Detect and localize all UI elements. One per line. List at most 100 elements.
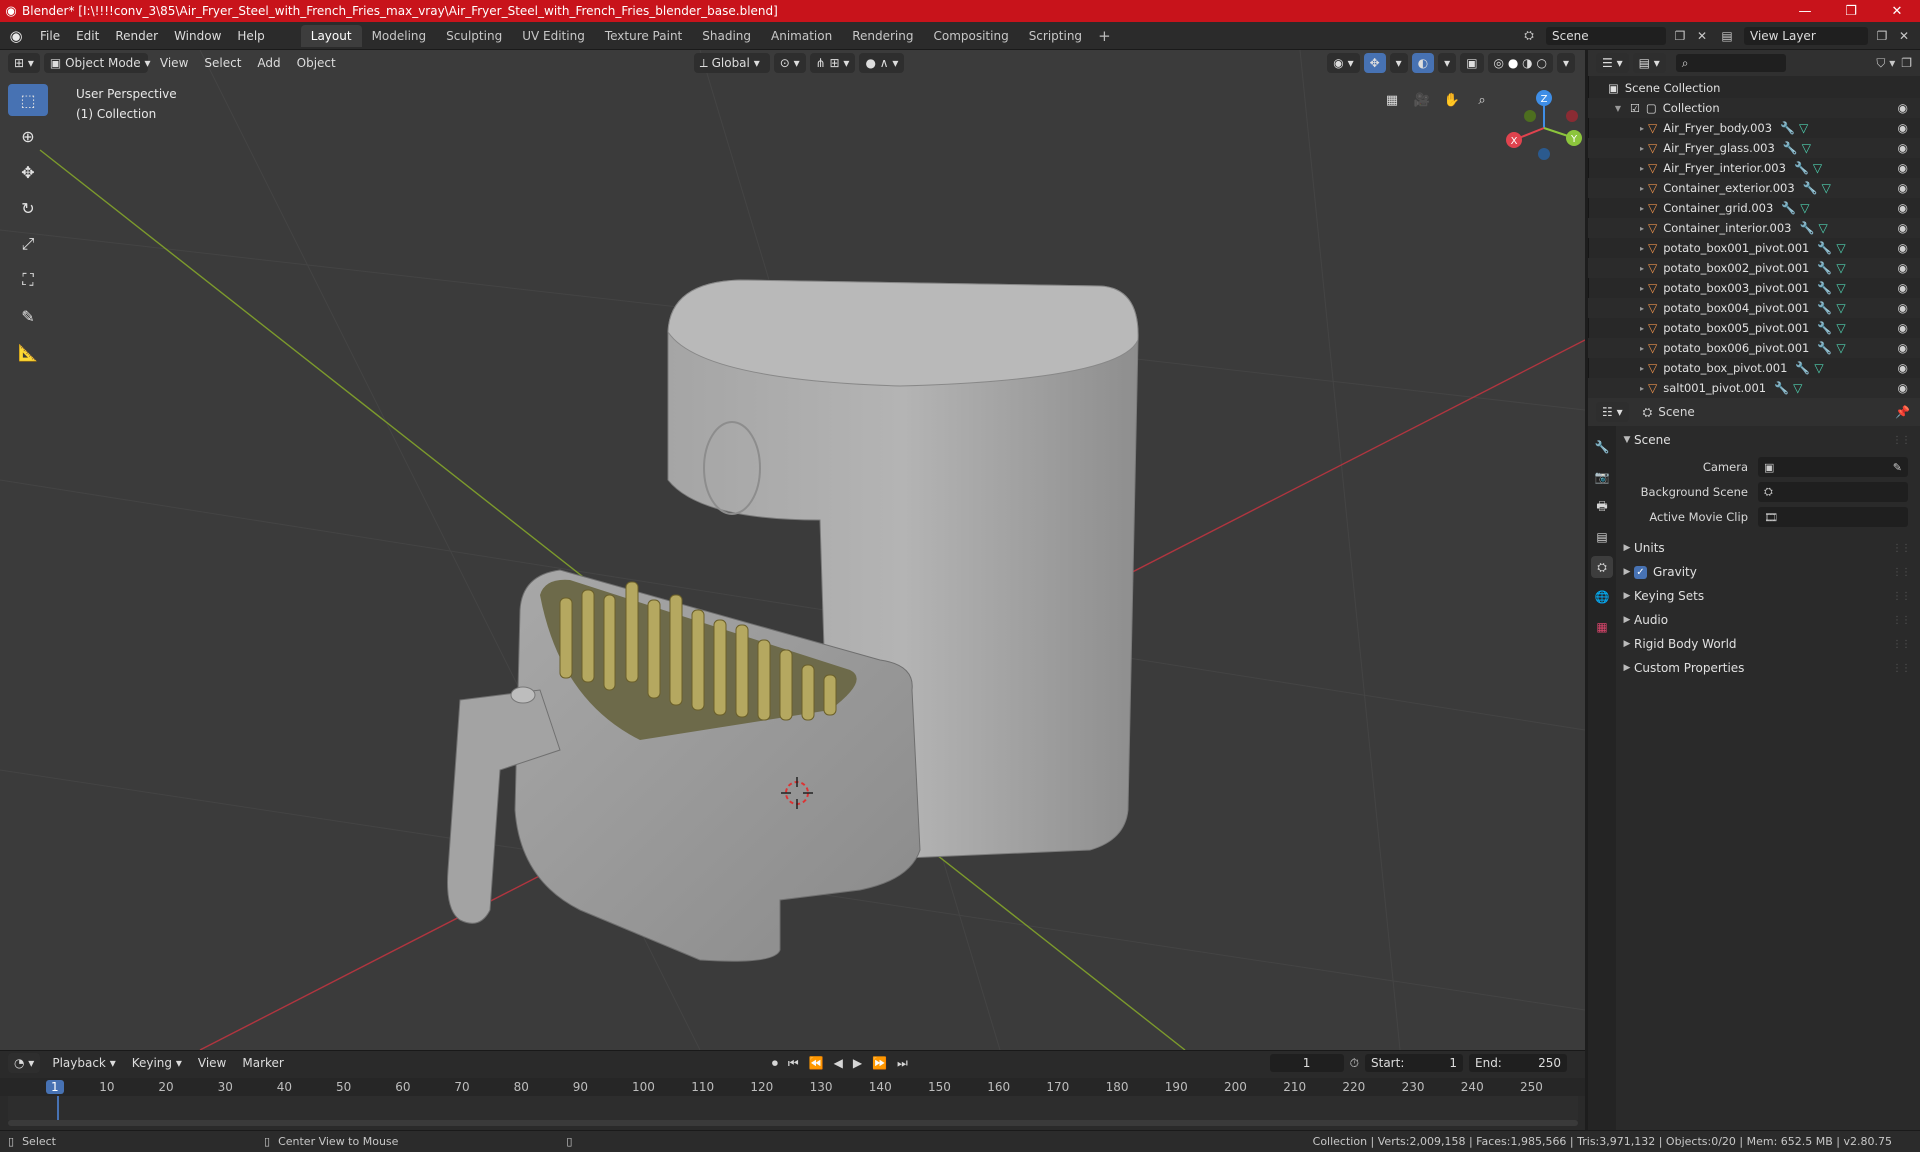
start-frame-field[interactable]: Start: 1 xyxy=(1365,1054,1463,1072)
modifier-wrench-icon[interactable]: 🔧 xyxy=(1817,281,1832,295)
subsection-custom-properties[interactable]: ▶ Custom Properties ⋮⋮ xyxy=(1620,656,1916,680)
modifier-wrench-icon[interactable]: 🔧 xyxy=(1794,161,1809,175)
menu-edit[interactable]: Edit xyxy=(68,29,107,43)
move-tool[interactable]: ✥ xyxy=(8,156,48,188)
pivot-point-button[interactable]: ⊙ ▾ xyxy=(773,53,806,73)
prev-keyframe-icon[interactable]: ⏪ xyxy=(809,1056,824,1070)
viewport-menu-select[interactable]: Select xyxy=(196,56,249,70)
annotate-tool[interactable]: ✎ xyxy=(8,300,48,332)
property-field[interactable]: ▣ ✎ xyxy=(1758,457,1908,477)
timeline-menu-playback[interactable]: Playback ▾ xyxy=(44,1056,123,1070)
modifier-wrench-icon[interactable]: 🔧 xyxy=(1781,201,1796,215)
play-reverse-icon[interactable]: ◀ xyxy=(834,1056,843,1070)
eye-icon[interactable]: ◉ xyxy=(1898,381,1908,395)
timeline-menu-marker[interactable]: Marker xyxy=(234,1056,291,1070)
world-tab-icon[interactable]: 🌐 xyxy=(1591,586,1613,608)
measure-tool[interactable]: 📐 xyxy=(8,336,48,368)
add-workspace-icon[interactable]: + xyxy=(1092,27,1117,45)
editor-type-button[interactable]: ⊞ ▾ xyxy=(8,53,40,73)
maximize-icon[interactable]: ❐ xyxy=(1828,0,1874,22)
camera-view-icon[interactable]: 🎥 xyxy=(1410,88,1434,112)
mesh-data-icon[interactable]: ▽ xyxy=(1836,241,1845,255)
modifier-wrench-icon[interactable]: 🔧 xyxy=(1817,241,1832,255)
play-icon[interactable]: ▶ xyxy=(853,1056,862,1070)
scene-tab-icon[interactable]: ⛭ xyxy=(1591,556,1613,578)
shading-dropdown[interactable]: ▾ xyxy=(1556,53,1575,73)
rotate-tool[interactable]: ↻ xyxy=(8,192,48,224)
snap-button[interactable]: ⋔ ⊞ ▾ xyxy=(809,53,856,73)
jump-start-icon[interactable]: ⏮ xyxy=(788,1056,799,1071)
expand-object-icon[interactable]: ▸ xyxy=(1636,204,1648,213)
mode-dropdown[interactable]: ▣ Object Mode ▾ xyxy=(43,53,151,73)
frame-ruler[interactable]: 1 10 20 30 40 50 60 70 80 90 100 110 120 130 140 150 160… xyxy=(0,1078,1585,1096)
gravity-checkbox[interactable]: ✓ xyxy=(1634,565,1647,579)
outliner-object-row[interactable]: ▸ ▽ Container_exterior.003 🔧 ▽ ◉ xyxy=(1588,178,1920,198)
tab-texture-paint[interactable]: Texture Paint xyxy=(595,25,692,47)
timeline-scrollbar[interactable] xyxy=(8,1120,1578,1126)
modifier-wrench-icon[interactable]: 🔧 xyxy=(1803,181,1818,195)
view-layer-tab-icon[interactable]: ▤ xyxy=(1591,526,1613,548)
render-tab-icon[interactable]: 📷 xyxy=(1591,466,1613,488)
cursor-tool[interactable]: ⊕ xyxy=(8,120,48,152)
outliner-object-row[interactable]: ▸ ▽ Container_interior.003 🔧 ▽ ◉ xyxy=(1588,218,1920,238)
property-field[interactable]: ⛭ xyxy=(1758,482,1908,502)
filter-icon[interactable]: ⛉ ▾ xyxy=(1876,56,1895,71)
tab-uv-editing[interactable]: UV Editing xyxy=(512,25,595,47)
mesh-data-icon[interactable]: ▽ xyxy=(1836,281,1845,295)
tab-layout[interactable]: Layout xyxy=(300,24,362,47)
modifier-wrench-icon[interactable]: 🔧 xyxy=(1783,141,1798,155)
drag-grip-icon[interactable]: ⋮⋮ xyxy=(1892,663,1911,674)
outliner-object-row[interactable]: ▸ ▽ Air_Fryer_interior.003 🔧 ▽ ◉ xyxy=(1588,158,1920,178)
tab-animation[interactable]: Animation xyxy=(761,25,842,47)
menu-render[interactable]: Render xyxy=(107,29,166,43)
record-icon[interactable]: ⏺ xyxy=(772,1056,778,1071)
overlay-toggle-button[interactable]: ◐ xyxy=(1411,53,1435,73)
eye-icon[interactable]: ◉ xyxy=(1898,261,1908,275)
next-keyframe-icon[interactable]: ⏩ xyxy=(872,1056,887,1070)
section-scene[interactable]: ▼ Scene ⋮⋮ xyxy=(1620,428,1916,452)
expand-object-icon[interactable]: ▸ xyxy=(1636,344,1648,353)
mesh-data-icon[interactable]: ▽ xyxy=(1802,141,1811,155)
transform-tool[interactable]: ⛶ xyxy=(8,264,48,296)
eye-icon[interactable]: ◉ xyxy=(1898,161,1908,175)
property-field[interactable]: 🎞 xyxy=(1758,507,1908,527)
outliner-object-row[interactable]: ▸ ▽ Air_Fryer_body.003 🔧 ▽ ◉ xyxy=(1588,118,1920,138)
outliner-scene-collection[interactable]: ▣ Scene Collection xyxy=(1588,78,1920,98)
visibility-button[interactable]: ◉ ▾ xyxy=(1327,53,1360,73)
navigation-gizmo[interactable]: Z X Y xyxy=(1500,88,1588,168)
modifier-wrench-icon[interactable]: 🔧 xyxy=(1817,301,1832,315)
eye-icon[interactable]: ◉ xyxy=(1898,141,1908,155)
menu-window[interactable]: Window xyxy=(166,29,229,43)
expand-object-icon[interactable]: ▸ xyxy=(1636,284,1648,293)
eye-icon[interactable]: ◉ xyxy=(1898,321,1908,335)
modifier-wrench-icon[interactable]: 🔧 xyxy=(1817,341,1832,355)
outliner-search-input[interactable]: ⌕ xyxy=(1675,54,1786,72)
modifier-wrench-icon[interactable]: 🔧 xyxy=(1800,221,1815,235)
gizmo-toggle-button[interactable]: ✥ xyxy=(1363,53,1386,73)
new-scene-icon[interactable]: ❐ xyxy=(1672,29,1688,43)
shading-modes[interactable]: ◎ ● ◑ ○ xyxy=(1487,53,1553,73)
expand-object-icon[interactable]: ▸ xyxy=(1636,124,1648,133)
outliner-object-row[interactable]: ▸ ▽ Air_Fryer_glass.003 🔧 ▽ ◉ xyxy=(1588,138,1920,158)
expand-object-icon[interactable]: ▸ xyxy=(1636,164,1648,173)
new-collection-icon[interactable]: ❐ xyxy=(1901,56,1912,71)
modifier-wrench-icon[interactable]: 🔧 xyxy=(1780,121,1795,135)
proportional-edit-button[interactable]: ● ∧ ▾ xyxy=(859,53,905,73)
expand-object-icon[interactable]: ▸ xyxy=(1636,324,1648,333)
mesh-data-icon[interactable]: ▽ xyxy=(1836,301,1845,315)
mesh-data-icon[interactable]: ▽ xyxy=(1822,181,1831,195)
outliner-object-row[interactable]: ▸ ▽ salt001_pivot.001 🔧 ▽ ◉ xyxy=(1588,378,1920,398)
drag-grip-icon[interactable]: ⋮⋮ xyxy=(1892,567,1911,578)
close-icon[interactable]: ✕ xyxy=(1874,0,1920,22)
tab-shading[interactable]: Shading xyxy=(692,25,761,47)
menu-file[interactable]: File xyxy=(32,29,68,43)
modifier-wrench-icon[interactable]: 🔧 xyxy=(1817,261,1832,275)
outliner-object-row[interactable]: ▸ ▽ potato_box_pivot.001 🔧 ▽ ◉ xyxy=(1588,358,1920,378)
viewport-menu-view[interactable]: View xyxy=(152,56,196,70)
mesh-data-icon[interactable]: ▽ xyxy=(1799,121,1808,135)
eye-icon[interactable]: ◉ xyxy=(1898,201,1908,215)
eye-icon[interactable]: ◉ xyxy=(1898,361,1908,375)
xray-toggle-button[interactable]: ▣ xyxy=(1460,53,1484,73)
mesh-data-icon[interactable]: ▽ xyxy=(1836,341,1845,355)
scene-icon[interactable]: ⛭ xyxy=(1518,28,1540,43)
